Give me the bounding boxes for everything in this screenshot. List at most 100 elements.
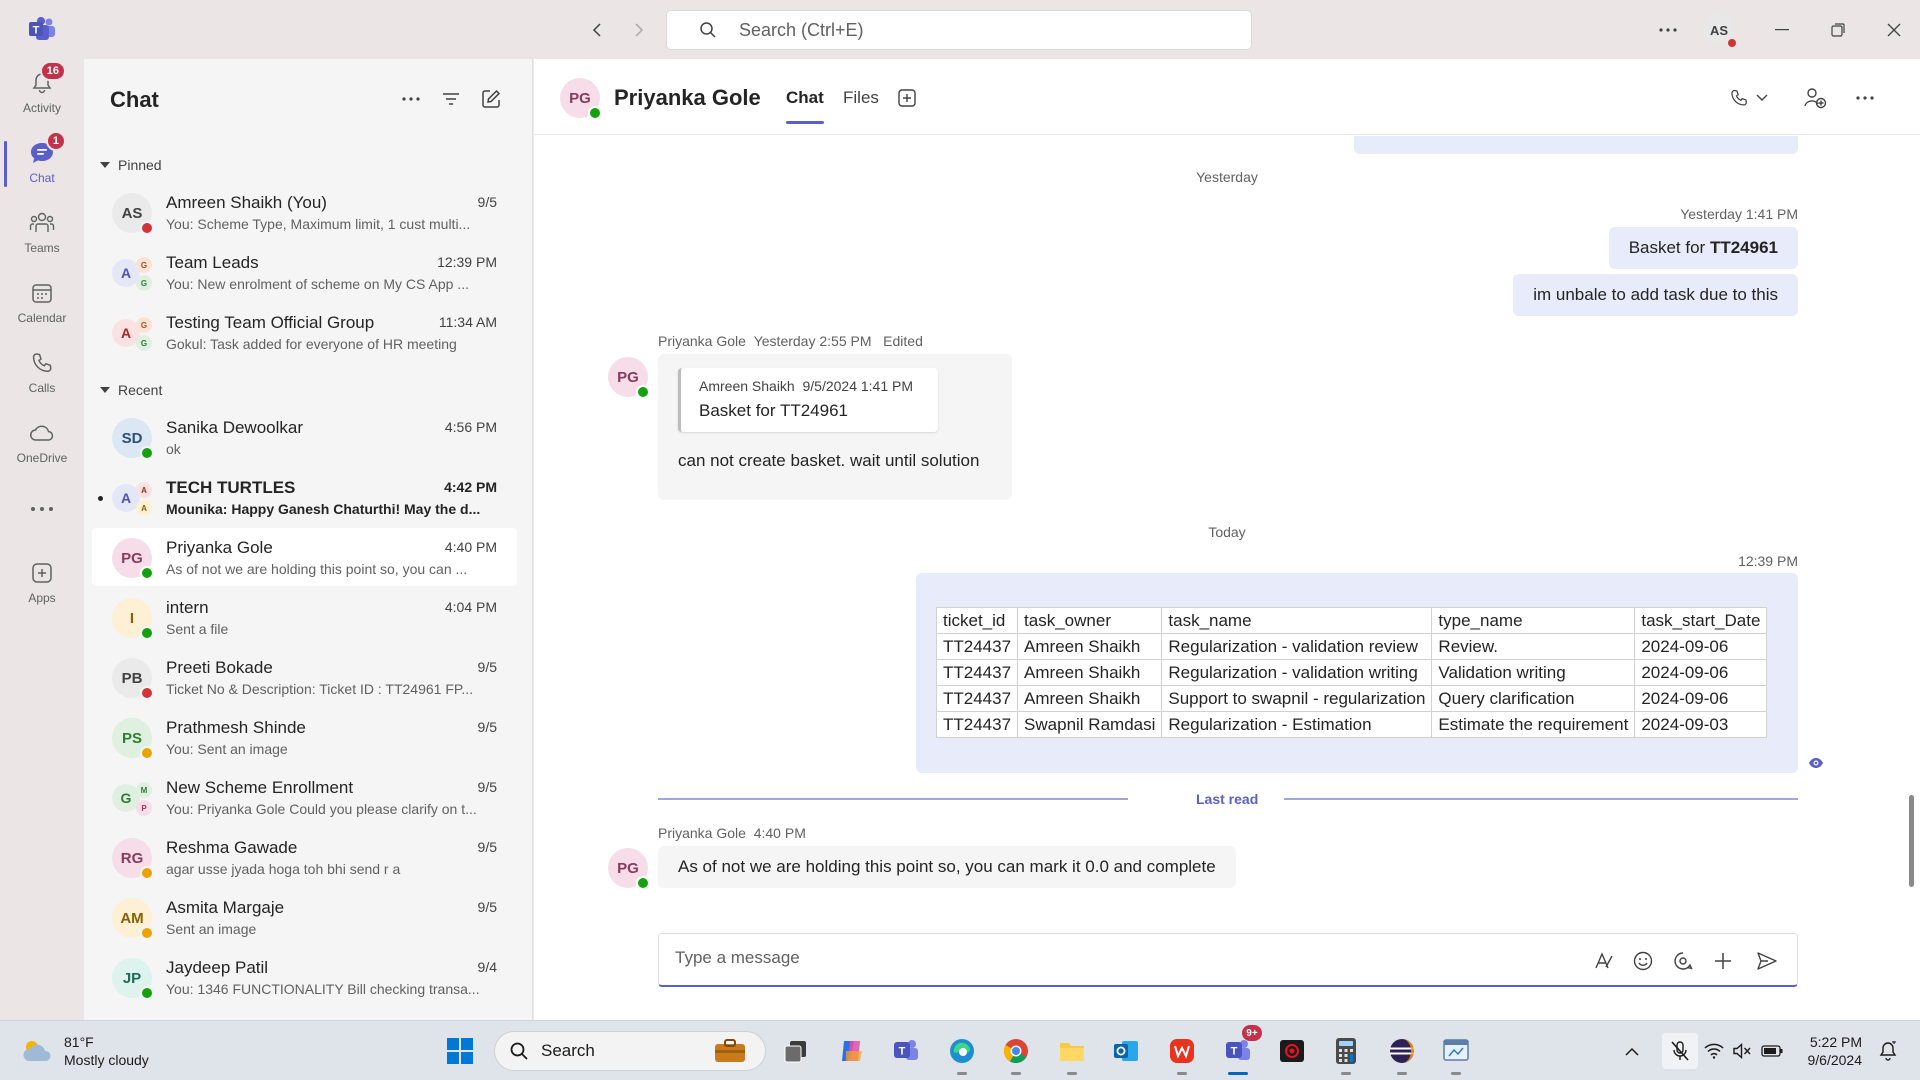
chat-item-preview: ok: [166, 441, 181, 457]
rail-item-teams[interactable]: Teams: [0, 203, 84, 267]
screen-recorder-icon[interactable]: [1274, 1033, 1310, 1069]
table-cell: Estimate the requirement: [1431, 711, 1636, 738]
chat-item-amreen-shaikh[interactable]: AS Amreen Shaikh (You) 9/5 You: Scheme T…: [92, 183, 517, 241]
filter-icon[interactable]: [436, 84, 466, 114]
snipping-tool-icon[interactable]: [1438, 1033, 1474, 1075]
chat-item-preeti-bokade[interactable]: PB Preeti Bokade 9/5 Ticket No & Descrip…: [92, 648, 517, 706]
recent-section-toggle[interactable]: Recent: [100, 382, 162, 398]
chat-item-tech-turtles[interactable]: A A A TECH TURTLES 4:42 PM Mounika: Happ…: [92, 468, 517, 526]
outlook-icon[interactable]: [1108, 1033, 1144, 1069]
message-composer[interactable]: [658, 933, 1798, 987]
avatar: I: [112, 598, 154, 640]
rail-item-apps[interactable]: Apps: [0, 553, 84, 617]
chat-item-prathmesh-shinde[interactable]: PS Prathmesh Shinde 9/5 You: Sent an ima…: [92, 708, 517, 766]
chat-item-name: Preeti Bokade: [166, 658, 273, 677]
chevron-up-icon[interactable]: [1620, 1039, 1644, 1063]
chat-item-sanika-dewoolkar[interactable]: SD Sanika Dewoolkar 4:56 PM ok: [92, 408, 517, 466]
task-table: ticket_id task_owner task_name type_name tas…: [935, 607, 1768, 738]
sender-avatar[interactable]: PG: [608, 357, 650, 399]
rail-more-apps[interactable]: [0, 489, 84, 529]
rail-item-onedrive[interactable]: OneDrive: [0, 413, 84, 477]
chat-item-priyanka-gole[interactable]: PG Priyanka Gole 4:40 PM As of not we ar…: [92, 528, 517, 586]
chat-item-team-leads[interactable]: A G G Team Leads 12:39 PM You: New enrol…: [92, 243, 517, 301]
weather-widget[interactable]: 81°F Mostly cloudy: [20, 1033, 149, 1069]
chat-item-jaydeep-patil[interactable]: JP Jaydeep Patil 9/4 You: 1346 FUNCTIONA…: [92, 948, 517, 1006]
phone-call-icon[interactable]: [1724, 83, 1754, 113]
scrollbar-thumb[interactable]: [1909, 795, 1914, 887]
wifi-icon[interactable]: [1702, 1039, 1726, 1063]
forward-arrow-icon[interactable]: [624, 16, 652, 44]
weather-desc: Mostly cloudy: [64, 1052, 149, 1068]
user-avatar[interactable]: AS: [1703, 14, 1738, 49]
table-cell: Query clarification: [1431, 685, 1636, 712]
chevron-down-icon[interactable]: [1752, 83, 1772, 113]
svg-text:T: T: [1231, 1046, 1238, 1058]
rail-label: Teams: [24, 241, 60, 255]
back-arrow-icon[interactable]: [584, 16, 612, 44]
tab-chat[interactable]: Chat: [786, 88, 824, 124]
chat-list-header: Chat: [84, 59, 532, 139]
chat-item-reshma-gawade[interactable]: RG Reshma Gawade 9/5 agar usse jyada hog…: [92, 828, 517, 886]
copilot-icon[interactable]: [834, 1033, 870, 1069]
bell-icon: 16: [28, 61, 66, 97]
close-icon[interactable]: [1880, 16, 1908, 44]
restore-icon[interactable]: [1824, 16, 1852, 44]
my-message-table[interactable]: ticket_id task_owner task_name type_name tas…: [916, 573, 1798, 773]
global-search[interactable]: [666, 10, 1252, 50]
pinned-section-toggle[interactable]: Pinned: [100, 157, 162, 173]
svg-text:T: T: [33, 25, 40, 37]
add-tab-icon[interactable]: [892, 83, 922, 113]
rail-item-chat[interactable]: 1 Chat: [0, 131, 84, 197]
calculator-icon[interactable]: [1328, 1033, 1364, 1075]
microphone-muted-icon[interactable]: [1662, 1033, 1698, 1069]
teams-personal-icon[interactable]: T: [888, 1033, 924, 1069]
chat-item-testing-team[interactable]: A G G Testing Team Official Group 11:34 …: [92, 303, 517, 361]
system-clock[interactable]: 5:22 PM 9/6/2024: [1778, 1033, 1863, 1069]
rail-item-calls[interactable]: Calls: [0, 343, 84, 407]
chat-item-intern[interactable]: I intern 4:04 PM Sent a file: [92, 588, 517, 646]
send-icon[interactable]: [1753, 947, 1781, 975]
notification-bell-icon[interactable]: [1876, 1039, 1900, 1063]
contact-name[interactable]: Priyanka Gole: [614, 85, 761, 111]
more-options-icon[interactable]: [1850, 83, 1880, 113]
status-available-icon: [140, 566, 154, 580]
table-cell: Review.: [1431, 633, 1636, 660]
settings-more-icon[interactable]: [1654, 16, 1682, 44]
minimize-icon[interactable]: [1768, 16, 1796, 44]
their-message-latest[interactable]: As of not we are holding this point so, …: [658, 846, 1236, 888]
my-message-unable[interactable]: im unbale to add task due to this: [1513, 274, 1798, 316]
quoted-message[interactable]: Amreen Shaikh 9/5/2024 1:41 PM Basket fo…: [678, 368, 938, 432]
sender-avatar[interactable]: PG: [608, 848, 650, 890]
eclipse-ide-icon[interactable]: [1384, 1033, 1420, 1075]
search-input[interactable]: [739, 19, 1219, 41]
teams-work-icon[interactable]: T 9+: [1220, 1025, 1262, 1075]
briefcase-icon: [713, 1038, 747, 1064]
tab-files[interactable]: Files: [843, 88, 879, 108]
chat-item-name: Asmita Margaje: [166, 898, 285, 917]
file-explorer-icon[interactable]: [1054, 1033, 1090, 1075]
chat-item-asmita-margaje[interactable]: AM Asmita Margaje 9/5 Sent an image: [92, 888, 517, 946]
my-message-basket[interactable]: Basket for TT24961: [1608, 227, 1798, 269]
rail-item-activity[interactable]: 16 Activity: [0, 61, 84, 127]
more-options-icon[interactable]: [396, 84, 426, 114]
contact-avatar[interactable]: PG: [560, 78, 602, 120]
their-message-reply[interactable]: Amreen Shaikh 9/5/2024 1:41 PM Basket fo…: [658, 354, 1012, 500]
wps-office-icon[interactable]: [1164, 1033, 1200, 1075]
emoji-icon[interactable]: [1629, 947, 1657, 975]
format-icon[interactable]: [1589, 947, 1617, 975]
add-people-icon[interactable]: [1800, 83, 1830, 113]
edge-browser-icon[interactable]: [944, 1033, 980, 1075]
plus-icon[interactable]: [1709, 947, 1737, 975]
rail-item-calendar[interactable]: Calendar: [0, 273, 84, 337]
chat-item-preview: You: Sent an image: [166, 741, 288, 757]
chat-item-time: 4:04 PM: [444, 599, 497, 615]
chrome-icon[interactable]: [998, 1033, 1034, 1075]
taskbar-search[interactable]: Search: [494, 1031, 766, 1071]
windows-start-icon[interactable]: [442, 1033, 478, 1069]
loop-component-icon[interactable]: [1669, 947, 1697, 975]
volume-muted-icon[interactable]: [1730, 1039, 1754, 1063]
chat-item-new-scheme-enrollment[interactable]: G M P New Scheme Enrollment 9/5 You: Pri…: [92, 768, 517, 826]
new-chat-icon[interactable]: [476, 84, 506, 114]
message-input[interactable]: [675, 948, 1555, 968]
task-view-icon[interactable]: [778, 1033, 814, 1069]
